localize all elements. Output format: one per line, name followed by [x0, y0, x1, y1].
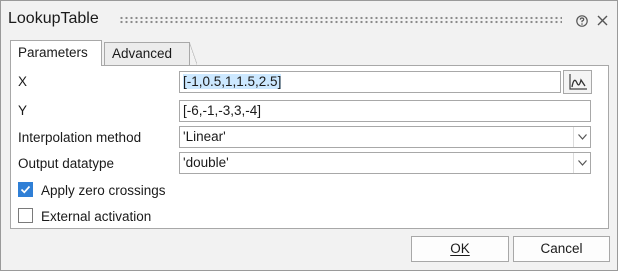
interpolation-method-value: 'Linear' [183, 129, 226, 144]
interpolation-method-select[interactable]: 'Linear' [179, 126, 591, 148]
output-datatype-value: 'double' [183, 155, 229, 170]
external-activation-checkbox[interactable] [18, 208, 33, 223]
title-bar[interactable]: LookupTable [1, 1, 617, 37]
interpolation-dropdown-button[interactable] [573, 127, 590, 147]
close-icon[interactable] [597, 15, 608, 26]
help-circle-icon[interactable] [576, 15, 588, 27]
chevron-down-icon [578, 134, 587, 140]
tab-parameters-label: Parameters [18, 45, 88, 60]
tab-parameters[interactable]: Parameters [10, 40, 102, 66]
drag-grip[interactable] [119, 16, 562, 24]
output-datatype-select[interactable]: 'double' [179, 152, 591, 174]
interpolation-method-label: Interpolation method [18, 130, 142, 145]
tab-advanced[interactable]: Advanced [104, 42, 197, 65]
window-title: LookupTable [8, 10, 99, 27]
ok-button[interactable]: OK [411, 236, 509, 262]
y-input-value: [-6,-1,-3,3,-4] [183, 103, 262, 118]
cancel-button[interactable]: Cancel [513, 236, 610, 262]
datatype-dropdown-button[interactable] [573, 153, 590, 173]
tab-advanced-label: Advanced [112, 46, 173, 61]
plot-curve-icon [569, 74, 587, 90]
x-input-value: [-1,0.5,1,1.5,2.5] [183, 74, 282, 89]
ok-button-label: OK [450, 241, 470, 256]
apply-zero-crossings-label[interactable]: Apply zero crossings [41, 183, 166, 198]
x-input[interactable]: [-1,0.5,1,1.5,2.5] [179, 71, 561, 93]
lookup-table-dialog: LookupTable Parameters Advanced X [-1,0.… [0, 0, 618, 271]
plot-button[interactable] [563, 70, 592, 94]
external-activation-label[interactable]: External activation [41, 209, 151, 224]
apply-zero-crossings-checkbox[interactable] [18, 182, 33, 197]
y-label: Y [18, 103, 28, 118]
x-label: X [18, 74, 28, 89]
checkmark-icon [20, 185, 31, 194]
output-datatype-label: Output datatype [18, 156, 115, 171]
y-input[interactable]: [-6,-1,-3,3,-4] [179, 100, 591, 122]
cancel-button-label: Cancel [540, 241, 583, 256]
chevron-down-icon [578, 160, 587, 166]
